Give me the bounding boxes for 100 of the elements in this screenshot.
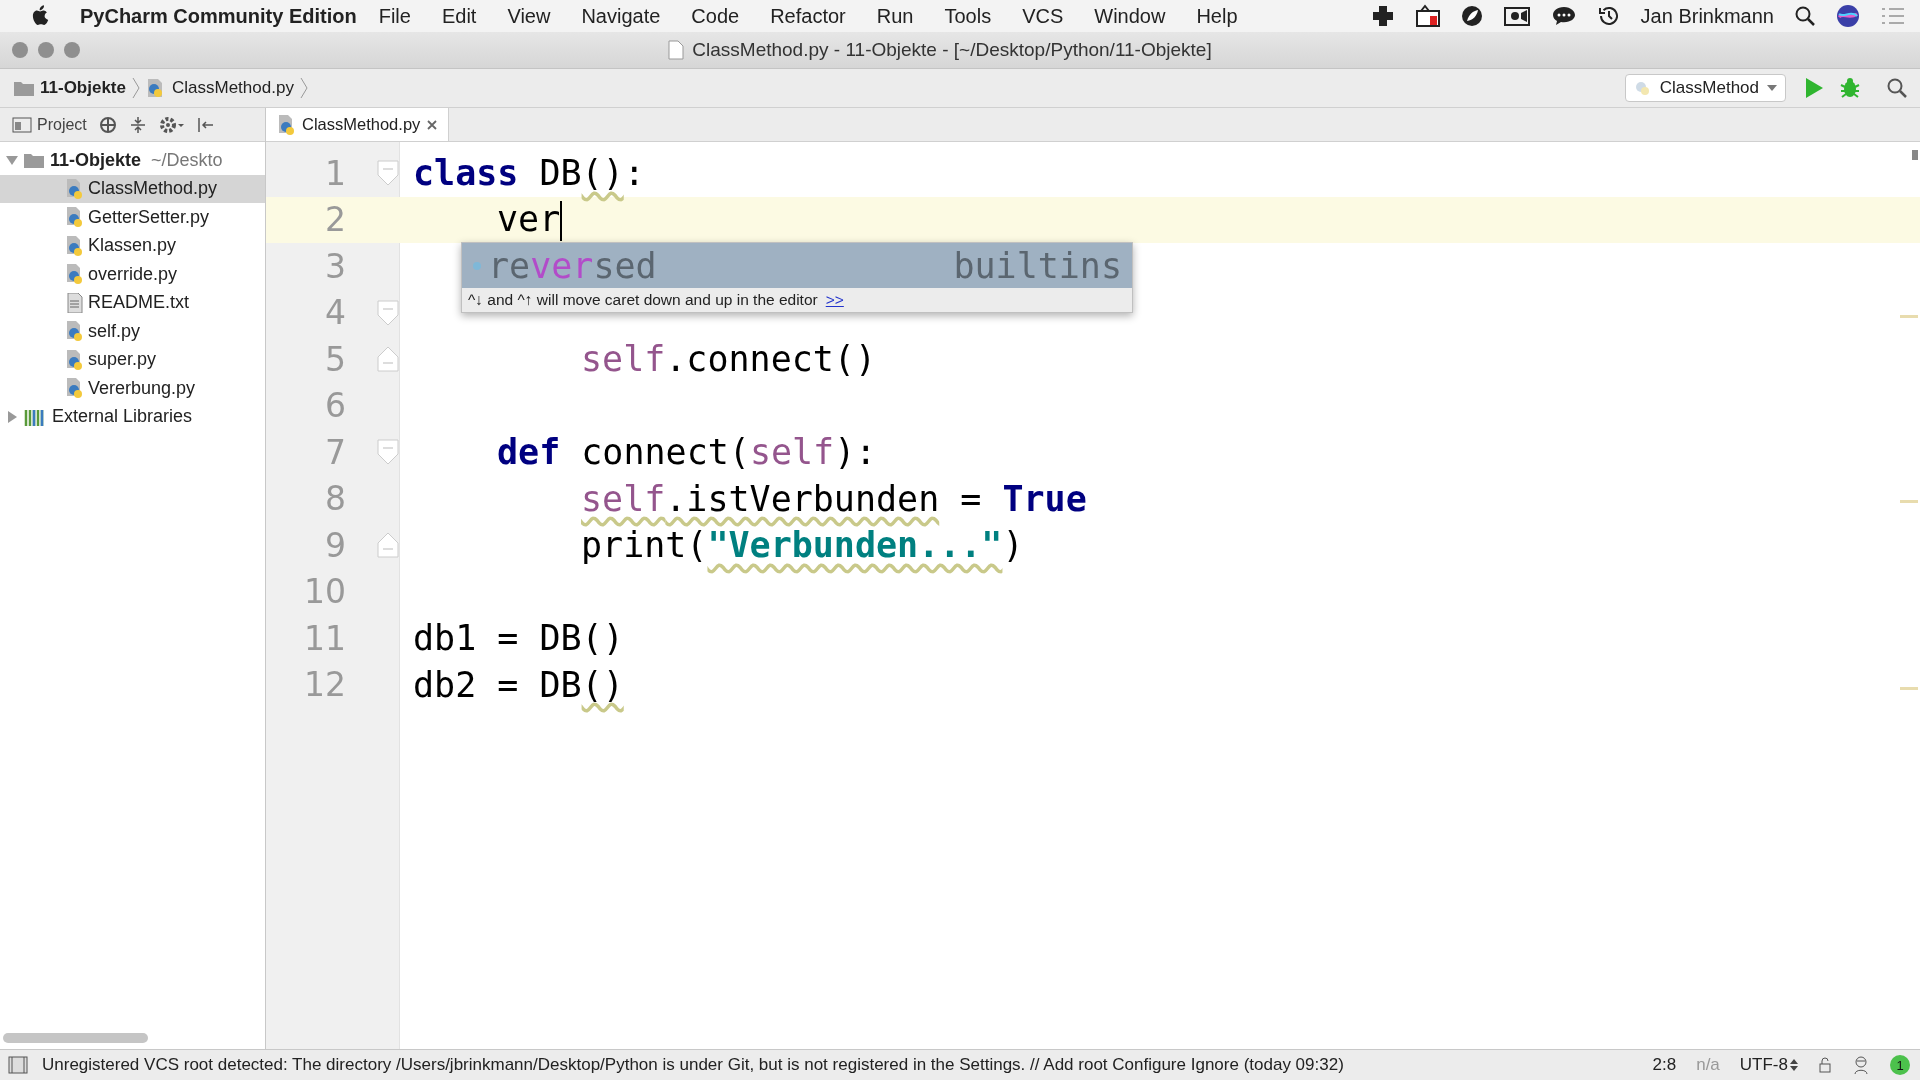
menu-item[interactable]: Edit (441, 4, 477, 28)
menu-item[interactable]: Window (1094, 4, 1166, 28)
zoom-button[interactable] (64, 42, 80, 58)
notification-badge[interactable]: 1 (1890, 1055, 1910, 1075)
python-file-icon (66, 207, 84, 228)
app-name[interactable]: PyCharm Community Edition (80, 4, 357, 28)
python-file-icon (66, 349, 84, 370)
code-line: db2 = DB() (413, 664, 624, 705)
python-logo-icon (1633, 79, 1652, 97)
line-number: 8 (325, 479, 346, 519)
project-view-dropdown[interactable]: Project (12, 115, 87, 134)
menu-item[interactable]: Run (876, 4, 914, 28)
python-file-icon (66, 178, 84, 199)
scrollbar[interactable] (3, 1033, 148, 1043)
menu-item[interactable]: Navigate (581, 4, 661, 28)
line-number: 9 (325, 525, 346, 565)
status-message: Unregistered VCS root detected: The directory /Users/jbrinkmann/Desktop/Python is under Git, but is not registered in the Settings. // Add root Configure Ignore (today 09:32) (42, 1055, 1344, 1075)
run-configuration-dropdown[interactable]: ClassMethod (1624, 74, 1786, 102)
encoding-selector[interactable]: UTF-8 (1739, 1055, 1798, 1075)
chat-bubble-icon[interactable] (1550, 5, 1577, 27)
caret-position[interactable]: 2:8 (1652, 1055, 1677, 1075)
expand-arrow-icon[interactable] (6, 154, 18, 167)
hide-panel-icon[interactable] (196, 115, 215, 134)
collapse-icon[interactable] (128, 115, 147, 134)
code-line: db1 = DB() (413, 618, 624, 659)
line-number: 6 (325, 386, 346, 426)
window-title: ClassMethod.py - 11-Objekte - [~/Desktop/Python/11-Objekte] (692, 39, 1212, 61)
python-file-icon (278, 114, 296, 135)
code-line: self.istVerbunden = True (581, 478, 1087, 519)
expand-arrow-icon[interactable] (6, 410, 18, 423)
user-name[interactable]: Jan Brinkmann (1640, 4, 1774, 28)
line-number: 4 (325, 293, 346, 333)
close-icon[interactable] (426, 118, 439, 131)
file-icon (668, 40, 685, 60)
line-number: 12 (304, 665, 346, 705)
camera-icon[interactable] (1502, 5, 1531, 27)
stepper-icon (1790, 1059, 1798, 1071)
python-file-icon (66, 378, 84, 399)
tree-item[interactable]: Vererbung.py (0, 374, 265, 403)
python-file-icon (66, 235, 84, 256)
fold-marker-icon[interactable] (377, 346, 399, 373)
target-icon[interactable] (98, 115, 117, 134)
line-number: 11 (304, 618, 346, 658)
folder-icon (24, 152, 44, 169)
panel-toggle-icon[interactable] (8, 1056, 28, 1074)
text-file-icon (66, 292, 84, 313)
fold-marker-icon[interactable] (377, 532, 399, 559)
clock-icon[interactable] (1596, 4, 1621, 28)
search-icon[interactable] (1794, 5, 1816, 27)
tree-item[interactable]: override.py (0, 260, 265, 289)
breadcrumb-item[interactable]: ClassMethod.py (172, 78, 294, 98)
list-icon[interactable] (1880, 6, 1906, 26)
tree-item[interactable]: GetterSetter.py (0, 203, 265, 232)
menu-item[interactable]: View (507, 4, 551, 28)
library-icon (24, 407, 46, 426)
tree-item[interactable]: self.py (0, 317, 265, 346)
menu-item[interactable]: Refactor (770, 4, 846, 28)
plus-icon[interactable] (1370, 4, 1395, 28)
editor-tab[interactable]: ClassMethod.py (266, 108, 450, 141)
menu-item[interactable]: Code (691, 4, 740, 28)
toolbox-icon[interactable] (1414, 4, 1441, 28)
close-button[interactable] (12, 42, 28, 58)
menu-item[interactable]: VCS (1022, 4, 1064, 28)
code-line: print("Verbunden...") (581, 525, 1024, 566)
project-window-icon (12, 116, 32, 133)
bug-icon[interactable] (1838, 76, 1862, 100)
breadcrumb-item[interactable]: 11-Objekte (40, 78, 126, 98)
minimize-button[interactable] (38, 42, 54, 58)
fold-marker-icon[interactable] (377, 160, 399, 187)
line-number: 2 (325, 200, 346, 240)
menu-item[interactable]: Tools (944, 4, 992, 28)
lock-icon[interactable] (1818, 1057, 1832, 1073)
leaf-icon[interactable] (1460, 5, 1483, 27)
folder-path: ~/Deskto (151, 149, 223, 171)
tree-item[interactable]: 11-Objekte (50, 149, 142, 171)
python-file-icon (66, 321, 84, 342)
tree-item[interactable]: ClassMethod.py (0, 174, 265, 203)
menu-item[interactable]: Help (1196, 4, 1238, 28)
apple-icon[interactable] (32, 5, 50, 27)
orb-icon[interactable] (1836, 4, 1860, 28)
code-line: def connect(self): (497, 432, 877, 473)
line-number: 1 (325, 153, 346, 193)
inspector-icon[interactable] (1852, 1055, 1870, 1075)
menu-item[interactable]: File (378, 4, 411, 28)
hint-text: ^↓ and ^↑ will move caret down and up in the editor (468, 291, 818, 309)
tree-item[interactable]: Klassen.py (0, 231, 265, 260)
tree-item[interactable]: README.txt (0, 288, 265, 317)
more-link[interactable]: >> (825, 291, 844, 309)
chevron-icon (299, 77, 308, 99)
gear-icon[interactable] (158, 115, 185, 134)
line-number: 5 (325, 339, 346, 379)
class-dot-icon (472, 260, 482, 271)
fold-marker-icon[interactable] (377, 439, 399, 466)
fold-marker-icon[interactable] (377, 299, 399, 326)
play-icon[interactable] (1804, 77, 1824, 99)
search-icon[interactable] (1886, 77, 1908, 99)
tree-item[interactable]: super.py (0, 345, 265, 374)
tree-item[interactable]: External Libraries (52, 406, 193, 428)
code-line: self.connect() (581, 339, 876, 380)
line-number: 10 (304, 572, 346, 612)
